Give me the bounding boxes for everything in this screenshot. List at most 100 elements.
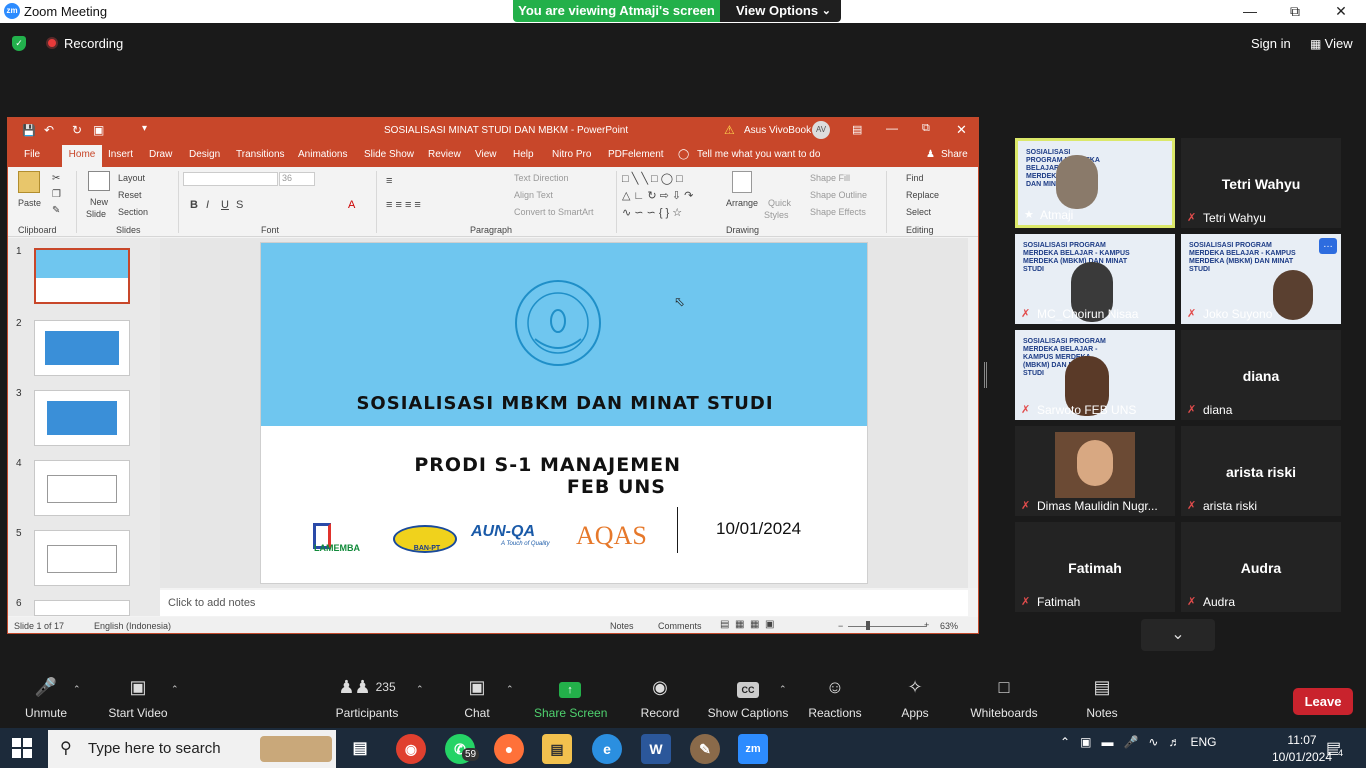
- view-options-button[interactable]: View Options ⌄: [720, 0, 841, 22]
- volume-icon[interactable]: ♬: [1169, 735, 1181, 749]
- battery-icon[interactable]: ▬: [1101, 735, 1113, 749]
- lightbulb-icon: ◯: [678, 149, 690, 160]
- copy-icon: ❐: [52, 189, 61, 200]
- participants-options-caret[interactable]: ⌃: [416, 684, 424, 695]
- apps-button[interactable]: ✧ Apps: [896, 672, 934, 720]
- italic-icon: I: [206, 199, 210, 211]
- maximize-icon[interactable]: ⧉: [1280, 2, 1310, 20]
- taskbar-search-box[interactable]: ⚲ Type here to search: [48, 730, 336, 768]
- paste-label: Paste: [18, 198, 42, 208]
- file-explorer-icon[interactable]: ▤: [542, 734, 572, 764]
- audio-options-caret[interactable]: ⌃: [73, 684, 81, 695]
- participants-button[interactable]: ♟♟ 235 Participants: [334, 672, 400, 720]
- ribbon-divider: [376, 171, 377, 233]
- participant-tile-sarwoto[interactable]: SOSIALISASI PROGRAM MERDEKA BELAJAR - KA…: [1015, 330, 1175, 420]
- whiteboards-button[interactable]: □ Whiteboards: [968, 672, 1040, 720]
- shield-icon[interactable]: ✓: [12, 36, 26, 51]
- search-icon: ⚲: [60, 740, 72, 757]
- replace-label: Replace: [906, 190, 940, 200]
- group-slides: Slides: [116, 225, 141, 235]
- ribbon-divider: [886, 171, 887, 233]
- aun-qa-tagline: A Touch of Quality: [501, 541, 550, 547]
- current-slide: SOSIALISASI MBKM DAN MINAT STUDI PRODI S…: [260, 242, 868, 584]
- tab-view: View: [475, 149, 497, 160]
- mic-muted-icon: ✗: [1187, 212, 1197, 224]
- sign-in-button[interactable]: Sign in: [1251, 36, 1291, 51]
- ppt-user-name: Asus VivoBook: [744, 125, 812, 136]
- arrange-icon: [732, 171, 752, 193]
- chat-button[interactable]: ▣ Chat: [458, 672, 496, 720]
- firefox-icon[interactable]: ●: [494, 734, 524, 764]
- leave-button[interactable]: Leave: [1293, 688, 1353, 715]
- reactions-button[interactable]: ☺ Reactions: [806, 672, 864, 720]
- recording-label[interactable]: Recording: [64, 36, 123, 51]
- share-screen-button[interactable]: ↑ Share Screen: [534, 672, 607, 720]
- notifications-count: 4: [1338, 748, 1344, 758]
- mic-muted-icon: 🎤: [34, 677, 58, 697]
- chat-options-caret[interactable]: ⌃: [506, 684, 514, 695]
- wifi-icon[interactable]: ∿: [1148, 735, 1158, 749]
- participant-tile-dimas[interactable]: ✗ Dimas Maulidin Nugr...: [1015, 426, 1175, 516]
- thumb-number: 5: [16, 528, 22, 539]
- tab-review: Review: [428, 149, 461, 160]
- ban-pt-logo: BAN-PT: [393, 525, 457, 553]
- microphone-icon[interactable]: 🎤: [1123, 735, 1138, 749]
- participant-display-name: Audra: [1240, 560, 1282, 576]
- participant-tile-fatimah[interactable]: Fatimah ✗ Fatimah: [1015, 522, 1175, 612]
- new-slide-label-1: New: [90, 197, 109, 207]
- unmute-button[interactable]: 🎤 Unmute: [20, 672, 72, 720]
- ban-pt-text: BAN-PT: [413, 545, 441, 552]
- slide-divider: [677, 507, 678, 553]
- ppt-status-bar: Slide 1 of 17 English (Indonesia) Notes …: [8, 617, 978, 633]
- input-language[interactable]: ENG: [1191, 735, 1217, 749]
- ppt-doc-title: SOSIALISASI MINAT STUDI DAN MBKM - Power…: [384, 125, 629, 136]
- word-icon[interactable]: W: [641, 734, 671, 764]
- video-options-caret[interactable]: ⌃: [171, 684, 179, 695]
- thumb-header-band: [36, 250, 128, 278]
- minimize-icon[interactable]: —: [1235, 2, 1265, 20]
- chevron-down-icon: ⌄: [1171, 626, 1185, 643]
- participant-tile-arista[interactable]: arista riski ✗ arista riski: [1181, 426, 1341, 516]
- participant-tile-joko[interactable]: SOSIALISASI PROGRAM MERDEKA BELAJAR - KA…: [1181, 234, 1341, 324]
- whatsapp-badge: 59: [462, 748, 480, 761]
- paint-icon[interactable]: ✎: [690, 734, 720, 764]
- close-icon[interactable]: ✕: [1326, 2, 1356, 20]
- participant-tile-audra[interactable]: Audra ✗ Audra: [1181, 522, 1341, 612]
- show-captions-button[interactable]: CC Show Captions: [706, 672, 790, 720]
- share-screen-icon: ↑: [534, 672, 606, 700]
- captions-options-caret[interactable]: ⌃: [779, 684, 787, 695]
- bullets-icon: ≡: [386, 175, 393, 187]
- tab-file: File: [24, 149, 41, 160]
- more-options-icon[interactable]: …: [1319, 238, 1337, 254]
- meet-now-icon[interactable]: ▣: [1080, 735, 1091, 749]
- show-captions-label: Show Captions: [707, 706, 789, 720]
- participant-tile-choirun[interactable]: SOSIALISASI PROGRAM MERDEKA BELAJAR - KA…: [1015, 234, 1175, 324]
- ribbon-display-icon: ▤: [852, 124, 863, 136]
- font-color-icon: A: [348, 199, 356, 211]
- start-video-button[interactable]: ▣ Start Video: [106, 672, 170, 720]
- participants-label: Participants: [335, 706, 399, 720]
- participant-tile-atmaji[interactable]: SOSIALISASI PROGRAM MERDEKA BELAJAR - KA…: [1015, 138, 1175, 228]
- taskbar-time[interactable]: 11:07: [1277, 733, 1327, 747]
- edge-icon[interactable]: e: [592, 734, 622, 764]
- mic-muted-icon: ✗: [1021, 308, 1031, 320]
- notes-button[interactable]: ▤ Notes: [1082, 672, 1122, 720]
- ppt-close-icon: ✕: [956, 122, 967, 137]
- windows-start-icon[interactable]: [12, 738, 32, 758]
- group-paragraph: Paragraph: [470, 225, 513, 235]
- participant-face: [1056, 155, 1098, 209]
- record-button[interactable]: ◉ Record: [638, 672, 682, 720]
- panel-splitter-handle[interactable]: [984, 362, 987, 388]
- chrome-icon[interactable]: ◉: [396, 734, 426, 764]
- tray-overflow-icon[interactable]: ⌃: [1060, 735, 1070, 749]
- gallery-next-page-button[interactable]: ⌄: [1141, 619, 1215, 651]
- thumb-table: [47, 401, 117, 435]
- participant-tile-diana[interactable]: diana ✗ diana: [1181, 330, 1341, 420]
- view-button[interactable]: ▦ View: [1310, 36, 1353, 51]
- tell-me-box: Tell me what you want to do: [697, 149, 821, 160]
- task-view-icon[interactable]: ▤: [345, 734, 375, 764]
- participant-tile-tetri[interactable]: Tetri Wahyu ✗ Tetri Wahyu: [1181, 138, 1341, 228]
- zoom-taskbar-icon[interactable]: zm: [738, 734, 768, 764]
- shape-effects-label: Shape Effects: [810, 207, 866, 217]
- bold-icon: B: [190, 199, 198, 211]
